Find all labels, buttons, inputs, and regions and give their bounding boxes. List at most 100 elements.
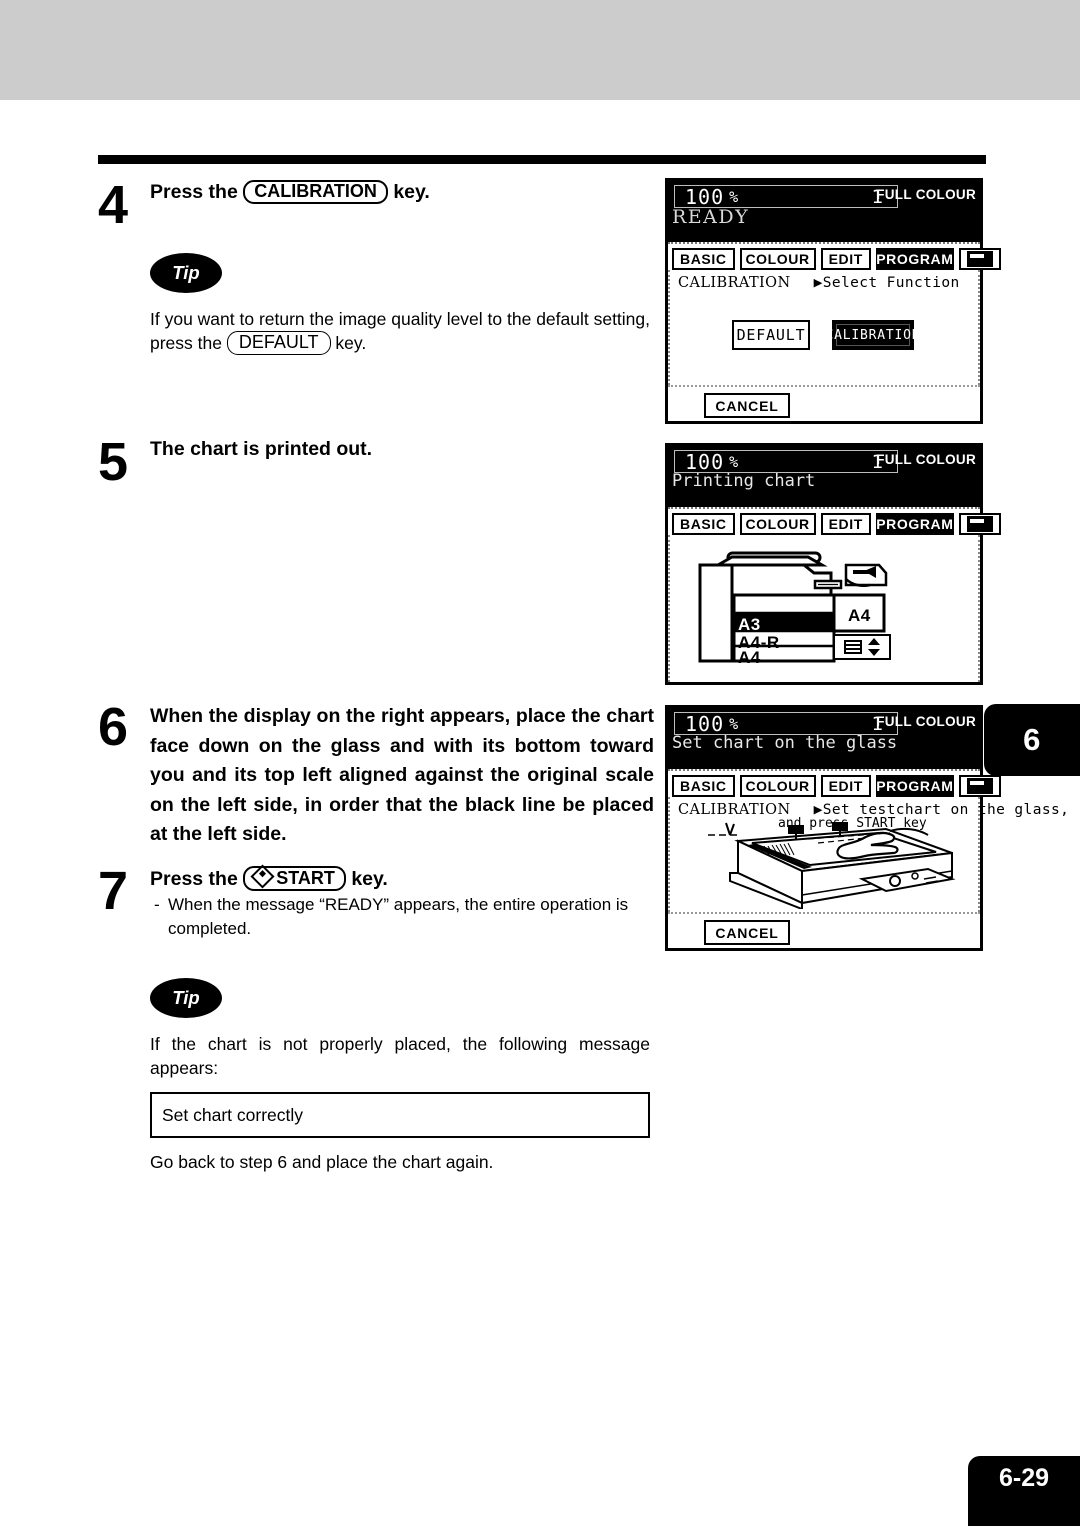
tip-2: Tip If the chart is not properly placed,… xyxy=(150,978,706,1174)
start-keycap: START xyxy=(243,864,346,891)
tip-badge: Tip xyxy=(150,253,222,293)
lcd2-percent-sign: % xyxy=(729,452,739,471)
lcd1-tab-edit[interactable]: EDIT xyxy=(820,247,871,270)
lcd3-tab-bar: BASIC COLOUR EDIT PROGRAM xyxy=(668,769,1001,797)
lcd1-status-message: READY xyxy=(672,206,750,228)
step-4: 4 Press the CALIBRATION key. xyxy=(98,178,654,232)
lcd1-tab-keyboard[interactable] xyxy=(958,247,1001,270)
lcd2-colour-mode: FULL COLOUR xyxy=(876,452,976,467)
step-7-dash: - xyxy=(154,895,160,914)
lcd1-calibration-button[interactable]: CALIBRATION xyxy=(826,320,920,350)
lcd3-percent-sign: % xyxy=(729,714,739,733)
lcd1-function-prompt: ▶Select Function xyxy=(813,275,960,291)
step-4-number: 4 xyxy=(98,175,129,235)
lcd3-tab-keyboard[interactable] xyxy=(958,774,1001,797)
lcd2-tab-colour[interactable]: COLOUR xyxy=(739,512,816,535)
keyboard-icon xyxy=(966,777,993,794)
lcd3-tab-edit[interactable]: EDIT xyxy=(820,774,871,797)
lcd2-tab-program[interactable]: PROGRAM xyxy=(875,512,954,535)
lcd1-tab-colour[interactable]: COLOUR xyxy=(739,247,816,270)
lcd1-tab-bar: BASIC COLOUR EDIT PROGRAM xyxy=(668,242,1001,270)
lcd1-header: 100 % 1 FULL COLOUR READY xyxy=(668,181,980,242)
lcd3-status-message: Set chart on the glass xyxy=(672,733,898,753)
tip-2-footer: Go back to step 6 and place the chart ag… xyxy=(150,1152,494,1172)
lcd2-status-bar: 100 % 1 xyxy=(674,449,898,474)
step-7-number: 7 xyxy=(98,861,129,921)
lcd1-status-bar: 100 % 1 xyxy=(674,184,898,209)
step-7: 7 Press the START key. - When the messag… xyxy=(98,861,654,941)
lcd3-tab-program[interactable]: PROGRAM xyxy=(875,774,954,797)
page-top-band xyxy=(0,0,1080,100)
lcd1-percent-sign: % xyxy=(729,187,739,206)
bypass-paper-size: A4 xyxy=(848,606,871,625)
lcd2-tab-bar: BASIC COLOUR EDIT PROGRAM xyxy=(668,507,1001,535)
paper-size-a4[interactable]: A4 xyxy=(738,648,761,668)
lcd3-tab-colour[interactable]: COLOUR xyxy=(739,774,816,797)
tip-1-text-before: If you want to return the image quality … xyxy=(150,309,651,353)
lcd3-cancel-button[interactable]: CANCEL xyxy=(704,920,790,945)
chart-placement-illustration xyxy=(708,822,956,909)
step-7-title-before: Press the xyxy=(150,868,238,890)
lcd1-tab-program[interactable]: PROGRAM xyxy=(875,247,954,270)
paper-feed-selector-button[interactable] xyxy=(833,634,891,660)
step-7-subnote: - When the message “READY” appears, the … xyxy=(150,893,706,941)
lcd2-header: 100 % 1 FULL COLOUR Printing chart xyxy=(668,446,980,507)
lcd1-default-button[interactable]: DEFAULT xyxy=(732,320,810,350)
up-down-arrow-icon xyxy=(867,638,880,656)
step-5-number: 5 xyxy=(98,432,129,492)
lcd3-function-label: CALIBRATION xyxy=(678,802,791,818)
paper-size-a3-selected[interactable]: A3 xyxy=(738,615,761,635)
lcd3-footer: CANCEL xyxy=(668,912,980,956)
tip-badge: Tip xyxy=(150,978,222,1018)
lcd1-cancel-button[interactable]: CANCEL xyxy=(704,393,790,418)
step-6-number: 6 xyxy=(98,697,129,757)
copier-diagram-svg xyxy=(698,551,888,663)
lcd2-zoom-value: 100 xyxy=(685,449,725,474)
start-diamond-icon xyxy=(250,864,275,889)
chapter-thumb-tab: 6 xyxy=(984,704,1080,776)
step-4-title-after: key. xyxy=(393,181,430,203)
lcd1-tab-basic[interactable]: BASIC xyxy=(672,247,735,270)
lcd3-tab-basic[interactable]: BASIC xyxy=(672,774,735,797)
lcd2-tab-edit[interactable]: EDIT xyxy=(820,512,871,535)
step-6-title: When the display on the right appears, p… xyxy=(150,705,654,845)
step-4-title-before: Press the xyxy=(150,181,238,203)
tip-1-text-after: key. xyxy=(335,333,367,353)
lcd2-body: A3 A4-R A4 A4 xyxy=(668,535,980,682)
lcd-panel-printing-chart[interactable]: 100 % 1 FULL COLOUR Printing chart BASIC… xyxy=(665,443,1001,685)
lcd1-function-line: CALIBRATION ▶Select Function xyxy=(670,270,978,291)
page-number-tab: 6-29 xyxy=(968,1456,1080,1526)
printer-illustration: A3 A4-R A4 A4 xyxy=(696,551,946,675)
error-message-box: Set chart correctly xyxy=(150,1092,650,1138)
start-keycap-label: START xyxy=(276,868,335,888)
lcd-panel-calibration-select[interactable]: 100 % 1 FULL COLOUR READY BASIC COLOUR E… xyxy=(665,178,1001,424)
calibration-keycap: CALIBRATION xyxy=(243,180,388,204)
lcd1-zoom-value: 100 xyxy=(685,184,725,209)
lcd3-zoom-value: 100 xyxy=(685,711,725,736)
tip-1: Tip If you want to return the image qual… xyxy=(150,253,706,355)
lcd3-body: CALIBRATION ▶Set testchart on the glass,… xyxy=(668,797,1069,912)
step-4-title: Press the CALIBRATION key. xyxy=(150,180,654,205)
step-5-title: The chart is printed out. xyxy=(150,438,373,460)
step-5: 5 The chart is printed out. xyxy=(98,435,654,489)
lcd1-footer: CANCEL xyxy=(668,385,980,429)
lcd2-status-message: Printing chart xyxy=(672,471,816,491)
keyboard-icon xyxy=(966,250,993,267)
lcd-panel-set-chart[interactable]: 100 % 1 FULL COLOUR Set chart on the gla… xyxy=(665,705,1069,951)
lcd3-colour-mode: FULL COLOUR xyxy=(876,714,976,729)
lcd2-tab-basic[interactable]: BASIC xyxy=(672,512,735,535)
step-7-title: Press the START key. xyxy=(150,864,706,892)
lcd3-function-line: CALIBRATION ▶Set testchart on the glass, xyxy=(670,797,1069,818)
step-7-sub-text: When the message “READY” appears, the en… xyxy=(168,895,629,938)
header-rule xyxy=(98,155,986,164)
lcd1-body: CALIBRATION ▶Select Function DEFAULT CAL… xyxy=(668,270,980,385)
lcd3-header: 100 % 1 FULL COLOUR Set chart on the gla… xyxy=(668,708,980,769)
tip-1-text: If you want to return the image quality … xyxy=(150,307,650,355)
keyboard-icon xyxy=(966,515,993,532)
lcd2-tab-keyboard[interactable] xyxy=(958,512,1001,535)
step-7-title-after: key. xyxy=(351,868,388,890)
step-6: 6 When the display on the right appears,… xyxy=(98,697,654,850)
paper-stack-icon xyxy=(843,640,862,654)
lcd3-status-bar: 100 % 1 xyxy=(674,711,898,736)
lcd1-colour-mode: FULL COLOUR xyxy=(876,187,976,202)
